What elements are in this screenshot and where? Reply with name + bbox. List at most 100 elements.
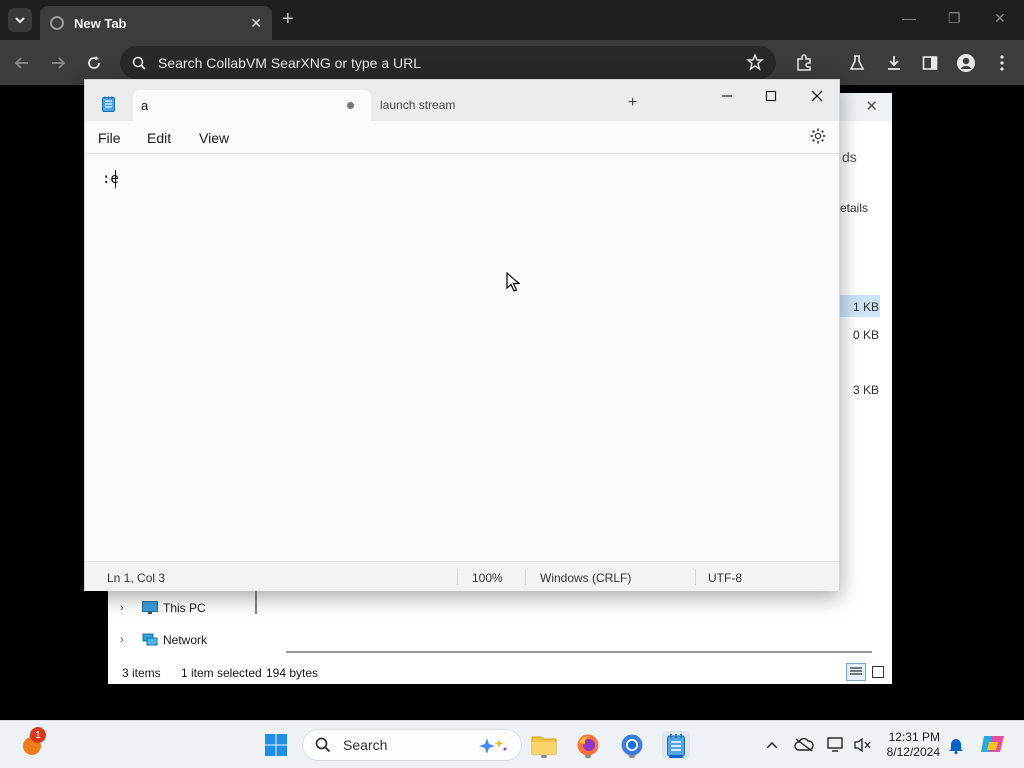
chevron-right-icon[interactable]: › [120,602,142,614]
running-indicator [629,755,635,758]
chevron-up-icon [766,741,778,749]
address-bar-placeholder: Search CollabVM SearXNG or type a URL [158,54,421,71]
arrow-left-icon [14,57,28,69]
notification-badge: 1 [30,727,46,743]
copilot-sparkle-icon [479,738,507,754]
browser-tab-title: New Tab [74,15,127,31]
taskbar-notepad[interactable] [662,731,690,759]
item-count: 3 items [122,666,161,680]
star-icon[interactable] [746,53,764,71]
show-hidden-icons-button[interactable] [762,735,782,755]
taskbar-file-explorer[interactable] [530,731,558,759]
sidebar-item-label: Network [163,633,208,647]
details-view-button[interactable] [846,663,866,681]
notepad-editor[interactable]: :e [85,155,839,559]
close-button[interactable] [807,86,827,106]
content-scrollbar[interactable] [286,651,872,653]
chevron-right-icon[interactable]: › [120,634,142,646]
reload-icon [88,56,100,69]
taskbar-search[interactable]: Search [302,729,522,761]
close-tab-icon[interactable]: ✕ [250,15,262,32]
browser-tab-new-tab[interactable]: New Tab ✕ [40,6,272,40]
downloads-button[interactable] [884,53,904,73]
profile-button[interactable] [956,53,976,73]
menu-edit[interactable]: Edit [147,130,171,146]
network-icon [142,633,158,646]
taskbar-clock[interactable]: 12:31 PM 8/12/2024 [887,730,940,760]
puzzle-icon [797,54,811,71]
search-icon [315,737,331,753]
menu-file[interactable]: File [98,130,121,146]
gear-icon[interactable] [809,127,827,145]
tab-search-button[interactable] [8,8,32,32]
sidebar-item-network[interactable]: › Network [120,633,207,647]
minimize-icon[interactable]: — [902,10,916,26]
start-button[interactable] [262,731,290,759]
minimize-icon [722,95,732,97]
explorer-statusbar: 3 items 1 item selected 194 bytes [108,661,892,684]
browser-tabstrip: New Tab ✕ + — ❐ ✕ [0,0,1024,40]
taskbar-search-label: Search [343,737,388,753]
volume-status[interactable] [852,735,872,755]
maximize-button[interactable] [761,86,781,106]
flask-icon [849,55,865,70]
details-button-fragment[interactable]: etails [840,201,868,215]
display-status[interactable] [826,735,846,755]
add-tab-button[interactable]: + [628,94,637,112]
cloud-offline-icon [794,738,814,752]
minimize-button[interactable] [717,86,737,106]
file-size: 1 KB [853,300,880,314]
firefox-icon [577,734,599,756]
back-button[interactable] [12,53,32,73]
text-caret [115,170,116,188]
sidebar-item-label: This PC [163,601,206,615]
chrome-icon [621,734,643,756]
new-tab-button[interactable]: + [282,9,294,29]
taskbar-firefox[interactable] [574,731,602,759]
notepad-titlebar: a launch stream + [85,80,839,121]
notepad-tab-a[interactable]: a [133,90,371,121]
explorer-toolbar-fragment: ds [842,149,857,165]
widgets-button[interactable]: 1 [18,727,46,759]
notifications-button[interactable] [946,735,966,755]
close-icon [811,90,823,102]
sidebar-scrollbar[interactable] [255,590,257,614]
arrow-right-icon [52,57,66,69]
chrome-menu-button[interactable] [992,53,1012,73]
tiles-view-button[interactable] [870,664,886,680]
side-panel-button[interactable] [920,53,940,73]
notepad-icon [667,734,685,757]
notepad-window: a launch stream + File Edit View :e Ln 1… [84,79,840,591]
reload-button[interactable] [84,53,104,73]
selection-info: 1 item selected [181,666,262,680]
onedrive-status[interactable] [794,735,814,755]
status-divider [695,569,696,585]
copilot-button[interactable] [980,731,1006,757]
list-view-icon [850,667,862,675]
unsaved-dot-icon[interactable] [347,102,354,109]
zoom-level[interactable]: 100% [472,571,503,585]
clock-time: 12:31 PM [888,730,940,744]
close-window-icon[interactable]: ✕ [994,10,1006,27]
notepad-tab-label: a [141,98,149,113]
monitor-icon [142,601,158,614]
notepad-icon [102,96,115,112]
taskbar-chrome[interactable] [618,731,646,759]
running-indicator [585,755,591,758]
line-ending[interactable]: Windows (CRLF) [540,571,631,585]
file-size: 0 KB [853,328,880,342]
labs-button[interactable] [847,53,867,73]
maximize-icon [765,90,777,102]
side-panel-icon [922,56,938,70]
extensions-button[interactable] [794,53,814,73]
download-icon [888,56,900,70]
notepad-tab-launch-stream[interactable]: launch stream [380,98,455,112]
restore-icon[interactable]: ❐ [948,10,961,27]
menu-view[interactable]: View [199,130,229,146]
address-bar[interactable]: Search CollabVM SearXNG or type a URL [120,46,776,79]
sidebar-item-this-pc[interactable]: › This PC [120,601,206,615]
close-icon[interactable]: ✕ [865,97,878,115]
forward-button[interactable] [48,53,68,73]
encoding[interactable]: UTF-8 [708,571,742,585]
globe-icon [50,16,64,30]
